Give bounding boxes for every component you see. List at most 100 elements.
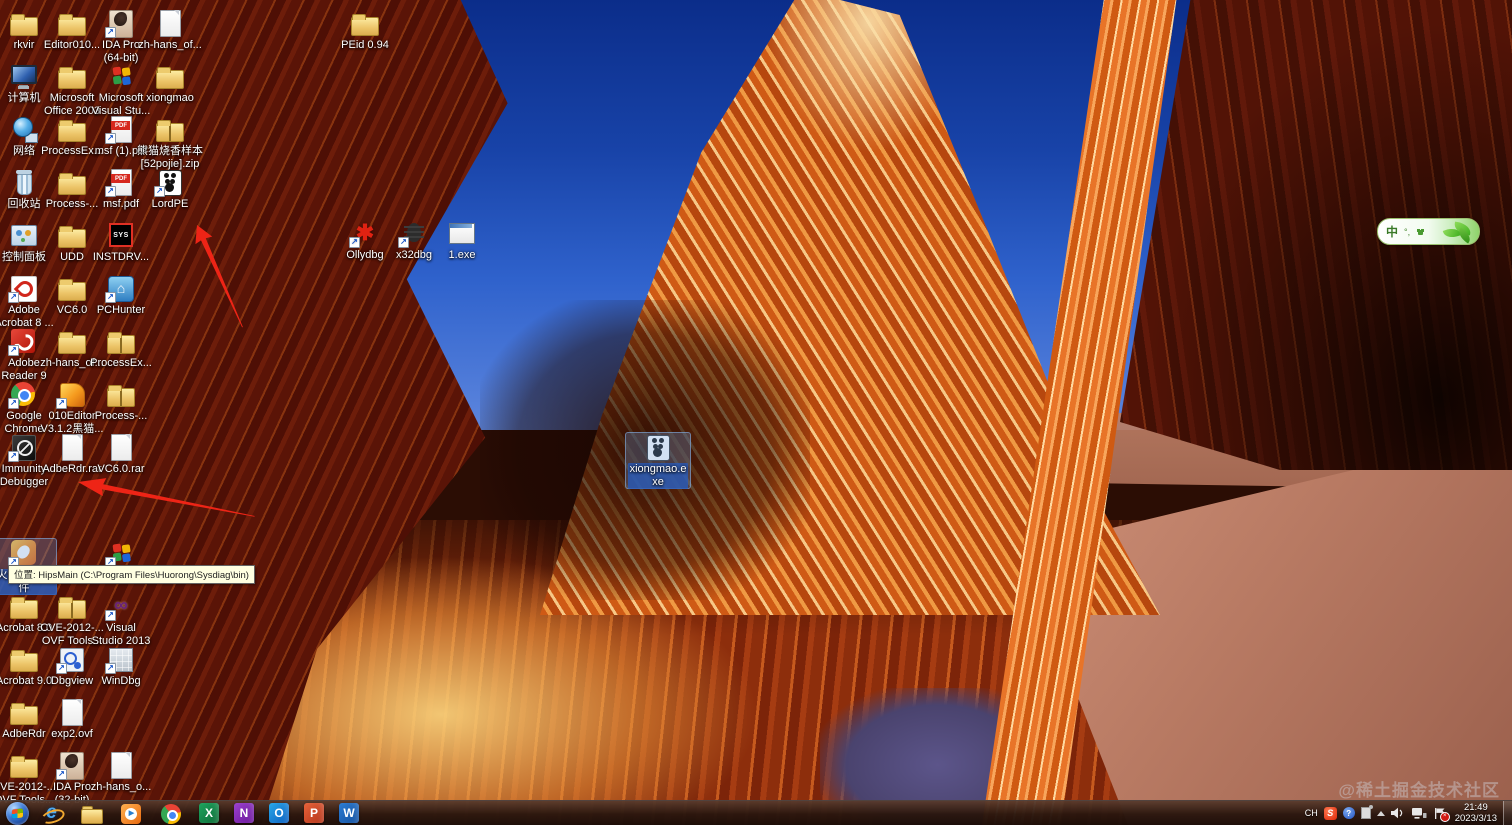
- help-tray-icon[interactable]: ?: [1342, 807, 1355, 819]
- shortcut-arrow-icon: ↗: [8, 398, 19, 409]
- desktop-icon[interactable]: Process-...: [88, 379, 154, 423]
- desktop-icon[interactable]: PEid 0.94: [332, 8, 398, 52]
- desktop-icon-label: exp2.ovf: [51, 728, 93, 740]
- doc-icon: [104, 432, 138, 462]
- shortcut-arrow-icon: ↗: [105, 133, 116, 144]
- folder-icon: [55, 220, 89, 250]
- language-indicator[interactable]: CH: [1305, 808, 1318, 818]
- zip-icon: [104, 326, 138, 356]
- folder-icon: [7, 750, 41, 780]
- folder-icon: [55, 167, 89, 197]
- pdf-icon: PDF ↗: [104, 114, 138, 144]
- panda-icon: [641, 432, 675, 462]
- taskbar-icon-wmp[interactable]: ▶: [119, 802, 144, 825]
- ime-tools-icon[interactable]: [1416, 228, 1425, 236]
- zip-icon: [153, 114, 187, 144]
- taskbar-icon-excel[interactable]: X: [199, 803, 219, 823]
- taskbar-icon-chrome[interactable]: [159, 802, 184, 825]
- desktop-icon-label: zh-hans_of...: [138, 39, 202, 51]
- desktop-icon-label: xiongmao: [146, 92, 194, 104]
- desktop-icon-layer[interactable]: rkvir Editor010... ↗ IDA Pro (64-bit) zh-han…: [0, 0, 1512, 825]
- desktop-icon-label: VC6.0.rar: [97, 463, 145, 475]
- recycle-icon: [7, 167, 41, 197]
- shortcut-arrow-icon: ↗: [105, 186, 116, 197]
- desktop-icon[interactable]: SYS INSTDRV...: [88, 220, 154, 264]
- desktop-icon[interactable]: xiongmao: [137, 61, 203, 105]
- desktop-icon-label: Process-...: [94, 410, 148, 422]
- sys-icon: SYS: [104, 220, 138, 250]
- desktop-icon-label: UDD: [60, 251, 84, 263]
- desktop-icon[interactable]: xiongmao.e xe: [625, 432, 691, 489]
- desktop-icon[interactable]: ⌂ ↗ PCHunter: [88, 273, 154, 317]
- desktop-icon[interactable]: ProcessEx...: [88, 326, 154, 370]
- folder-icon: [348, 8, 382, 38]
- shortcut-arrow-icon: ↗: [105, 27, 116, 38]
- folder-icon: [55, 114, 89, 144]
- huorong-icon: ↗: [7, 538, 41, 568]
- control-icon: [7, 220, 41, 250]
- folder-icon: [55, 273, 89, 303]
- taskbar-icon-onenote[interactable]: N: [234, 803, 254, 823]
- pdf-icon: PDF ↗: [104, 167, 138, 197]
- acrobat8-icon: ↗: [7, 273, 41, 303]
- network-icon: [7, 114, 41, 144]
- shortcut-arrow-icon: ↗: [105, 663, 116, 674]
- desktop-icon-label: WinDbg: [101, 675, 141, 687]
- dbgview-icon: ↗: [55, 644, 89, 674]
- desktop-icon[interactable]: exp2.ovf: [39, 697, 105, 741]
- ime-language-bar[interactable]: 中 °,: [1377, 218, 1480, 245]
- desktop-icon[interactable]: VC6.0.rar: [88, 432, 154, 476]
- ida-icon: ↗: [104, 8, 138, 38]
- show-desktop-button[interactable]: [1503, 800, 1512, 825]
- shortcut-arrow-icon: ↗: [56, 663, 67, 674]
- desktop-icon-label: 1.exe: [448, 249, 476, 261]
- editor010-icon: ↗: [55, 379, 89, 409]
- pchunter-icon: ⌂ ↗: [104, 273, 138, 303]
- shortcut-arrow-icon: ↗: [56, 769, 67, 780]
- desktop-icon[interactable]: 熊猫烧香样本 [52pojie].zip: [137, 114, 203, 171]
- olly-icon: ✱ ↗: [348, 218, 382, 248]
- taskbar-icon-outlook[interactable]: O: [269, 803, 289, 823]
- desktop-icon-label: PCHunter: [96, 304, 146, 316]
- ime-punctuation-icon[interactable]: °,: [1404, 227, 1410, 237]
- desktop-icon-label: ProcessEx...: [90, 357, 152, 369]
- folder-icon: [55, 8, 89, 38]
- taskbar-icon-powerpoint[interactable]: P: [304, 803, 324, 823]
- action-center-flag-icon[interactable]: [1433, 807, 1450, 822]
- sogou-ime-icon[interactable]: S: [1323, 806, 1337, 820]
- pinwheel-icon: ↗: [104, 538, 138, 568]
- folder-icon: [7, 644, 41, 674]
- network-icon[interactable]: [1411, 807, 1427, 820]
- desktop-icon-label: msf.pdf: [102, 198, 140, 210]
- shortcut-arrow-icon: ↗: [154, 186, 165, 197]
- volume-icon[interactable]: [1390, 807, 1405, 819]
- chrome-icon: ↗: [7, 379, 41, 409]
- desktop-icon[interactable]: ∞ ↗ Visual Studio 2013: [88, 591, 154, 648]
- ime-mode-chinese[interactable]: 中: [1386, 223, 1398, 240]
- tray-misc-icon[interactable]: [1360, 805, 1373, 819]
- taskbar-icon-internet-explorer[interactable]: e: [39, 802, 64, 825]
- immunity-icon: ↗: [7, 432, 41, 462]
- desktop-icon[interactable]: zh-hans_of...: [137, 8, 203, 52]
- desktop-icon[interactable]: 1.exe: [429, 218, 495, 262]
- taskbar-icon-explorer[interactable]: [79, 802, 104, 825]
- tooltip: 位置: HipsMain (C:\Program Files\Huorong\S…: [8, 565, 255, 584]
- clock[interactable]: 21:49 2023/3/13: [1455, 802, 1497, 824]
- desktop-icon-label: 网络: [13, 145, 35, 157]
- desktop-icon-label: Ollydbg: [346, 249, 384, 261]
- reader9-icon: ↗: [7, 326, 41, 356]
- pinwheel-icon: [104, 61, 138, 91]
- doc-icon: [55, 697, 89, 727]
- desktop-icon[interactable]: ↗ WinDbg: [88, 644, 154, 688]
- hidden-icons-arrow[interactable]: [1376, 810, 1385, 816]
- folder-icon: [55, 326, 89, 356]
- windbg-icon: ↗: [104, 644, 138, 674]
- desktop-icon[interactable]: zh-hans_o...: [88, 750, 154, 794]
- desktop-icon-label: xiongmao.e xe: [627, 463, 689, 489]
- taskbar-icon-word[interactable]: W: [339, 803, 359, 823]
- shortcut-arrow-icon: ↗: [8, 451, 19, 462]
- desktop-icon[interactable]: ↗ LordPE: [137, 167, 203, 211]
- desktop-icon-label: 计算机: [7, 92, 41, 104]
- start-button[interactable]: [6, 801, 29, 825]
- zip-icon: [55, 591, 89, 621]
